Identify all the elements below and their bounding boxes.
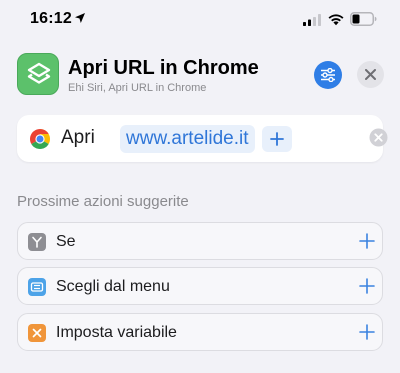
sliders-icon xyxy=(321,68,335,82)
clear-icon[interactable] xyxy=(369,128,388,147)
suggestions-title: Prossime azioni suggerite xyxy=(17,193,189,210)
suggestion-set-variable[interactable]: Imposta variabile xyxy=(17,313,383,351)
suggestion-label: Imposta variabile xyxy=(56,324,177,341)
add-icon[interactable] xyxy=(359,233,375,249)
action-verb: Apri xyxy=(61,127,95,148)
url-parameter[interactable]: www.artelide.it xyxy=(120,125,255,153)
wifi-icon xyxy=(328,14,344,26)
status-time: 16:12 xyxy=(30,10,72,27)
suggestion-label: Se xyxy=(56,233,76,250)
cellular-signal-icon xyxy=(303,14,321,26)
siri-phrase: Ehi Siri, Apri URL in Chrome xyxy=(68,82,207,94)
location-arrow-icon xyxy=(75,13,85,23)
open-url-action[interactable]: Apri www.artelide.it xyxy=(17,115,388,162)
add-icon[interactable] xyxy=(359,278,375,294)
shortcut-icon[interactable] xyxy=(17,53,59,95)
suggestion-label: Scegli dal menu xyxy=(56,278,170,295)
close-button[interactable] xyxy=(357,61,384,88)
menu-icon xyxy=(28,278,46,296)
suggestion-choose-from-menu[interactable]: Scegli dal menu xyxy=(17,267,383,305)
page-title: Apri URL in Chrome xyxy=(68,57,259,79)
variable-icon xyxy=(28,324,46,342)
branch-icon xyxy=(28,233,46,251)
add-parameter-button[interactable] xyxy=(262,126,292,152)
close-icon xyxy=(365,69,376,80)
shortcuts-icon xyxy=(27,62,51,84)
battery-icon xyxy=(350,12,377,26)
suggestion-if[interactable]: Se xyxy=(17,222,383,260)
plus-icon xyxy=(270,132,284,146)
add-icon[interactable] xyxy=(359,324,375,340)
chrome-icon xyxy=(30,129,50,149)
status-bar: 16:12 xyxy=(0,0,400,44)
settings-button[interactable] xyxy=(314,61,342,89)
